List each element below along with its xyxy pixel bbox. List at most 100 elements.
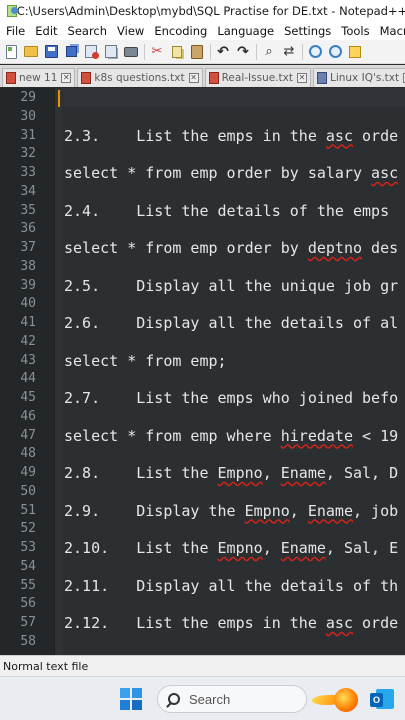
editor-line[interactable]: 43 select * from emp;	[0, 352, 405, 371]
editor-line[interactable]: 50	[0, 483, 405, 502]
line-text: 2.9. Display the Empno, Ename, job	[64, 501, 399, 520]
editor-line[interactable]: 37 select * from emp order by deptno des	[0, 239, 405, 258]
paste-icon[interactable]	[189, 44, 205, 60]
more-icon[interactable]	[347, 44, 363, 60]
app-flame-icon[interactable]	[310, 686, 358, 714]
editor-line[interactable]: 58	[0, 633, 405, 652]
menu-language[interactable]: Language	[212, 24, 279, 38]
new-file-icon[interactable]	[3, 44, 19, 60]
line-number: 45	[20, 390, 36, 405]
taskbar-search-box[interactable]: Search	[157, 685, 307, 713]
close-icon[interactable]	[83, 44, 99, 60]
tab-bar: new 11 ✕ k8s questions.txt ✕ Real-Issue.…	[0, 65, 405, 87]
line-text: select * from emp order by salary asc	[64, 164, 399, 182]
toolbar: ✂ ↶ ↷ ⌕ ⇄	[0, 40, 405, 64]
editor-line[interactable]: 51 2.9. Display the Empno, Ename, job	[0, 502, 405, 521]
line-number: 57	[20, 615, 36, 630]
line-number: 50	[20, 483, 36, 499]
replace-icon[interactable]: ⇄	[281, 44, 297, 60]
menu-edit[interactable]: Edit	[30, 24, 62, 38]
zoom-out-icon[interactable]	[327, 44, 343, 60]
editor-line[interactable]: 53 2.10. List the Empno, Ename, Sal, E	[0, 539, 405, 558]
file-type-status: Normal text file	[3, 659, 89, 673]
line-number: 37	[20, 240, 36, 255]
tab-new-11[interactable]: new 11 ✕	[2, 68, 76, 87]
undo-icon[interactable]: ↶	[215, 44, 231, 60]
tab-linux-iqs[interactable]: Linux IQ's.txt ✕	[312, 68, 405, 87]
toolbar-divider	[302, 43, 303, 60]
close-tab-icon[interactable]: ✕	[296, 73, 307, 83]
taskbar: Search O	[0, 676, 405, 720]
copy-icon[interactable]	[169, 44, 185, 60]
editor-line[interactable]: 56	[0, 595, 405, 614]
save-all-icon[interactable]	[63, 44, 79, 60]
outlook-icon[interactable]: O	[370, 689, 394, 711]
line-text: 2.11. Display all the details of th	[64, 576, 399, 595]
editor-line[interactable]: 57 2.12. List the emps in the asc orde	[0, 614, 405, 633]
line-number: 30	[20, 108, 36, 124]
editor-line[interactable]: 35 2.4. List the details of the emps	[0, 202, 405, 221]
search-label: Search	[189, 691, 231, 707]
cut-icon[interactable]: ✂	[149, 44, 165, 60]
editor-line[interactable]: 49 2.8. List the Empno, Ename, Sal, D	[0, 464, 405, 483]
redo-icon[interactable]: ↷	[235, 44, 251, 60]
line-text: 2.7. List the emps who joined befo	[64, 389, 399, 407]
editor-line[interactable]: 41 2.6. Display all the details of al	[0, 314, 405, 333]
open-file-icon[interactable]	[23, 44, 39, 60]
find-icon[interactable]: ⌕	[261, 44, 277, 60]
tab-real-issue[interactable]: Real-Issue.txt ✕	[204, 68, 311, 87]
editor-line[interactable]: 31 2.3. List the emps in the asc orde	[0, 127, 405, 146]
zoom-in-icon[interactable]	[307, 44, 323, 60]
editor-line[interactable]: 33 select * from emp order by salary asc	[0, 164, 405, 183]
line-text: select * from emp where hiredate < 19	[64, 426, 399, 445]
menu-search[interactable]: Search	[63, 24, 113, 38]
editor[interactable]: 29 30 31 2.3. List the emps in the asc orde…	[0, 88, 405, 655]
line-text: 2.3. List the emps in the asc orde	[64, 126, 399, 145]
windows-start-icon[interactable]	[120, 688, 142, 710]
editor-line[interactable]: 30	[0, 108, 405, 127]
editor-line[interactable]: 36	[0, 220, 405, 239]
editor-line[interactable]: 47 select * from emp where hiredate < 19	[0, 427, 405, 446]
tab-k8s-questions[interactable]: k8s questions.txt ✕	[77, 68, 203, 87]
editor-line[interactable]: 29	[0, 89, 405, 108]
menu-settings[interactable]: Settings	[279, 24, 336, 38]
line-number: 53	[20, 540, 36, 555]
editor-line[interactable]: 45 2.7. List the emps who joined befo	[0, 389, 405, 408]
editor-line[interactable]: 46	[0, 408, 405, 427]
line-number: 55	[20, 577, 36, 593]
tab-label: Real-Issue.txt	[221, 72, 293, 84]
save-icon[interactable]	[43, 44, 59, 60]
editor-line[interactable]: 54	[0, 558, 405, 577]
line-number: 54	[20, 558, 36, 574]
window-title: *C:\Users\Admin\Desktop\mybd\SQL Practis…	[11, 3, 405, 18]
close-all-icon[interactable]	[103, 44, 119, 60]
editor-line[interactable]: 39 2.5. Display all the unique job gr	[0, 277, 405, 296]
line-number: 38	[20, 258, 36, 274]
close-tab-icon[interactable]: ✕	[188, 73, 199, 83]
editor-line[interactable]: 40	[0, 295, 405, 314]
editor-line[interactable]: 44	[0, 370, 405, 389]
editor-line[interactable]: 48	[0, 445, 405, 464]
line-number: 33	[20, 165, 36, 180]
editor-line[interactable]: 52	[0, 520, 405, 539]
editor-line[interactable]: 32	[0, 145, 405, 164]
menu-encoding[interactable]: Encoding	[149, 24, 212, 38]
editor-line[interactable]: 38	[0, 258, 405, 277]
line-number: 56	[20, 596, 36, 612]
menu-view[interactable]: View	[112, 24, 149, 38]
close-tab-icon[interactable]: ✕	[61, 73, 72, 83]
editor-line[interactable]: 55 2.11. Display all the details of th	[0, 577, 405, 596]
line-number: 43	[20, 352, 36, 368]
menu-macro[interactable]: Macro	[375, 24, 405, 38]
menu-file[interactable]: File	[0, 24, 30, 38]
menu-tools[interactable]: Tools	[336, 24, 374, 38]
editor-line[interactable]: 34	[0, 183, 405, 202]
editor-line[interactable]: 42	[0, 333, 405, 352]
line-number: 44	[20, 371, 36, 387]
line-number: 49	[20, 465, 36, 480]
print-icon[interactable]	[123, 44, 139, 60]
line-number: 46	[20, 408, 36, 424]
line-text: 2.6. Display all the details of al	[64, 314, 399, 332]
line-text: 2.5. Display all the unique job gr	[64, 276, 399, 295]
tab-label: Linux IQ's.txt	[329, 72, 400, 84]
